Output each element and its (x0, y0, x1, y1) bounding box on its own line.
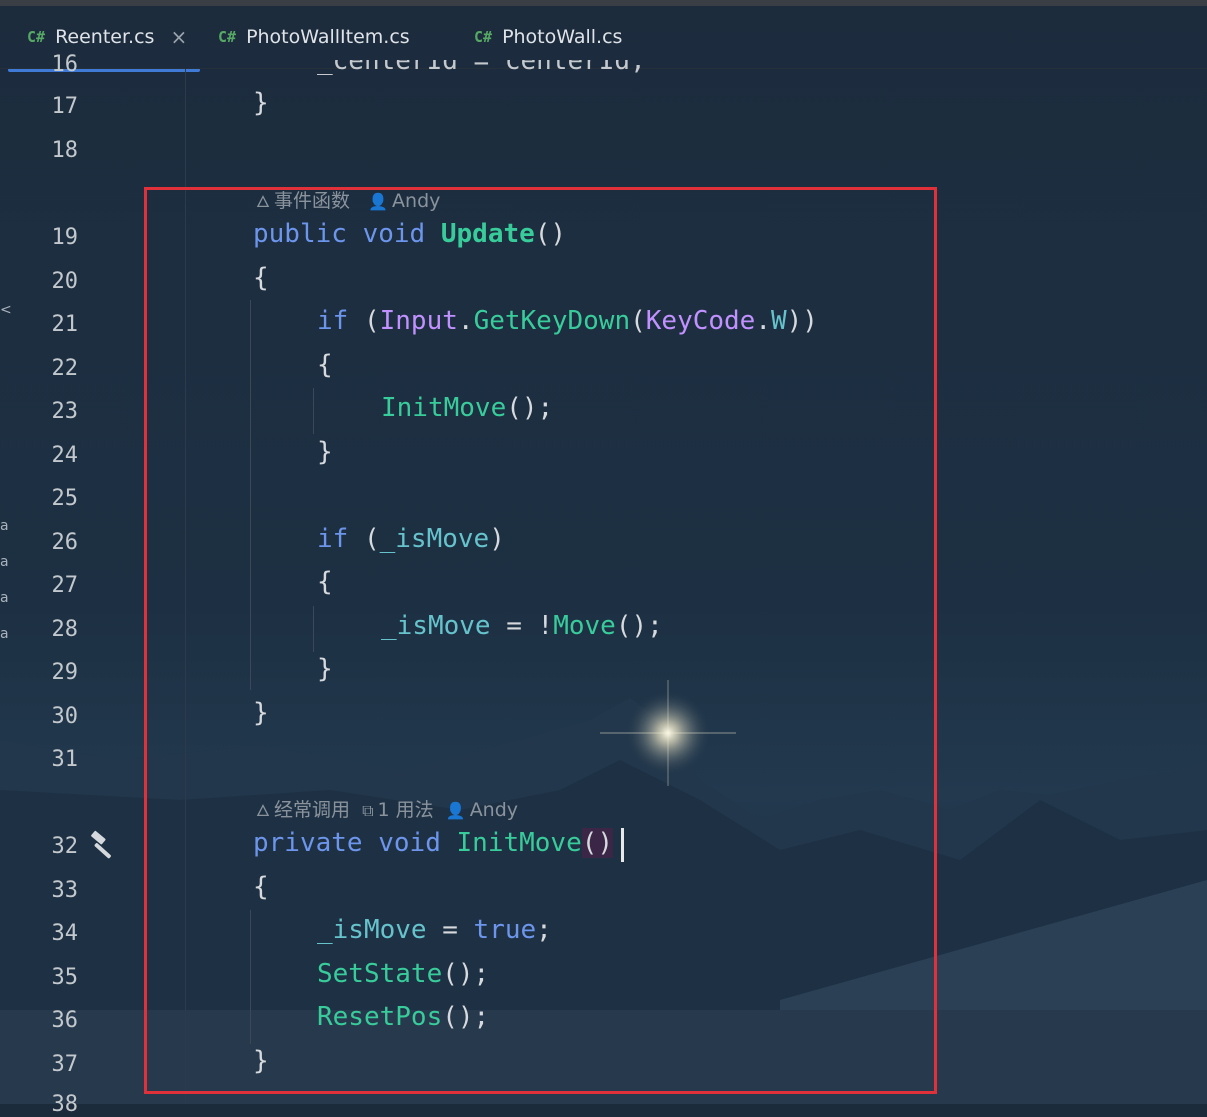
line-number: 32 (51, 834, 79, 859)
csharp-file-icon: C# (218, 28, 237, 46)
line-number: 22 (51, 356, 79, 381)
left-panel-glyph: a (0, 590, 9, 606)
line-number: 38 (51, 1092, 79, 1117)
tab-photowallitem[interactable]: C# PhotoWallItem.cs (218, 6, 410, 68)
csharp-file-icon: C# (27, 28, 46, 46)
line-number: 35 (51, 965, 79, 990)
line-number: 26 (51, 530, 79, 555)
tab-label: Reenter.cs (55, 26, 155, 48)
line-number: 25 (51, 486, 79, 511)
code-line-17[interactable]: } (253, 88, 269, 118)
left-panel-glyph: a (0, 554, 9, 570)
line-number: 36 (51, 1008, 79, 1033)
left-panel-glyph: a (0, 518, 9, 534)
tab-photowall[interactable]: C# PhotoWall.cs (474, 6, 622, 68)
line-number: 24 (51, 443, 79, 468)
line-number: 29 (51, 660, 79, 685)
line-number: 30 (51, 704, 79, 729)
line-number: 33 (51, 878, 79, 903)
left-panel-glyph: a (0, 626, 9, 642)
csharp-file-icon: C# (474, 28, 493, 46)
hammer-icon[interactable] (86, 830, 118, 862)
tab-label: PhotoWall.cs (502, 26, 623, 48)
line-number: 19 (51, 225, 79, 250)
line-number: 31 (51, 747, 79, 772)
line-number: 21 (51, 312, 79, 337)
line-number: 27 (51, 573, 79, 598)
line-number: 18 (51, 138, 79, 163)
line-number: 17 (51, 94, 79, 119)
line-number: 20 (51, 269, 79, 294)
tab-label: PhotoWallItem.cs (246, 26, 410, 48)
left-panel-glyph: < (0, 302, 12, 318)
line-number: 34 (51, 921, 79, 946)
editor-tab-bar: C# Reenter.cs × C# PhotoWallItem.cs C# P… (0, 6, 1207, 72)
highlight-box (144, 187, 937, 1094)
line-number: 28 (51, 617, 79, 642)
line-number: 23 (51, 399, 79, 424)
line-number: 37 (51, 1052, 79, 1077)
close-icon[interactable]: × (170, 25, 187, 49)
line-number: 16 (51, 52, 79, 77)
